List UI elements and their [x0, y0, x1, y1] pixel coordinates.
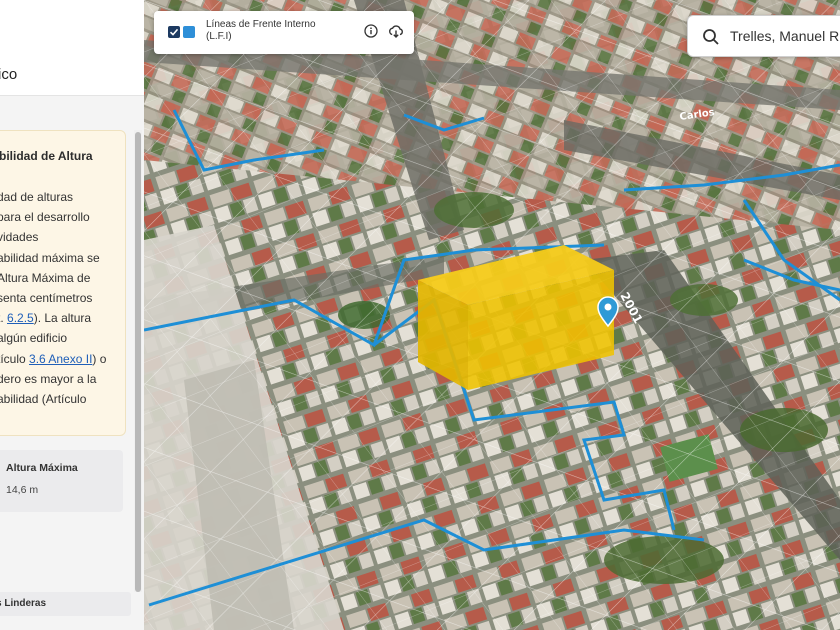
max-height-value: 14,6 m — [6, 484, 39, 496]
info-card-line: tículo 3.6 Anexo II) o — [0, 349, 106, 369]
checkmark-icon — [169, 28, 179, 36]
panel-scrollbar-thumb[interactable] — [135, 132, 141, 592]
info-card-text: dad de alturas para el desarrollo vidades a… — [0, 187, 106, 409]
info-text-segment: para el desarrollo — [0, 210, 90, 225]
info-card-line: algún edificio — [0, 328, 106, 348]
max-height-label: Altura Máxima — [6, 462, 78, 474]
info-text-segment: abilidad máxima se — [0, 250, 100, 265]
info-text-segment: dad de alturas — [0, 190, 74, 204]
info-card-line: abilidad máxima se — [0, 248, 106, 268]
map-view[interactable]: 2001 Carlos — [144, 0, 840, 630]
info-icon[interactable] — [364, 24, 378, 38]
info-text-segment: tículo — [0, 351, 30, 366]
aerial-map-3d[interactable]: 2001 Carlos — [144, 0, 840, 630]
info-card-title: bilidad de Altura — [0, 149, 93, 163]
info-card-line: dero es mayor a la — [0, 369, 106, 389]
max-height-card: Altura Máxima 14,6 m — [0, 450, 123, 512]
layer-color-swatch — [183, 26, 195, 38]
info-card-line: senta centímetros — [0, 288, 106, 308]
info-text-segment: Altura Máxima de — [0, 270, 91, 285]
info-card-line: t. 6.2.5). La altura — [0, 308, 106, 328]
search-icon[interactable] — [702, 28, 720, 46]
info-text-segment: t. — [0, 311, 4, 326]
info-card-line: abilidad (Artículo — [0, 389, 106, 409]
search-input[interactable]: Trelles, Manuel R. — [730, 28, 840, 44]
info-text-segment: vidades — [0, 230, 39, 245]
info-text-segment: algún edificio — [0, 331, 68, 346]
layer-name: Líneas de Frente Interno — [206, 19, 316, 30]
info-card-line: dad de alturas — [0, 187, 106, 207]
layer-checkbox[interactable] — [168, 26, 180, 38]
article-reference-link[interactable]: 3.6 Anexo II — [29, 352, 92, 366]
height-info-card: bilidad de Altura dad de alturas para el … — [0, 130, 126, 436]
cloud-download-icon[interactable] — [388, 23, 404, 39]
article-reference-link[interactable]: 6.2.5 — [7, 311, 34, 325]
panel-title: ico — [0, 66, 18, 83]
search-box[interactable]: Trelles, Manuel R. — [687, 15, 840, 57]
info-text-segment: abilidad (Artículo — [0, 391, 87, 406]
layer-abbreviation: (L.F.I) — [206, 31, 232, 42]
layer-toggle-card: Líneas de Frente Interno (L.F.I) — [154, 11, 414, 54]
panel-header: ico — [0, 0, 144, 96]
info-text-segment: ). La altura — [33, 311, 92, 326]
info-card-line: para el desarrollo — [0, 207, 106, 227]
info-text-segment: ) o — [92, 351, 107, 366]
info-card-line: Altura Máxima de — [0, 268, 106, 288]
panel-body: bilidad de Altura dad de alturas para el … — [0, 96, 144, 630]
linderas-label: s Linderas — [0, 598, 47, 609]
side-panel: ico bilidad de Altura dad de alturas para… — [0, 0, 144, 630]
info-card-line: vidades — [0, 227, 106, 247]
linderas-section-header[interactable]: s Linderas — [0, 592, 131, 616]
info-text-segment: senta centímetros — [0, 290, 93, 305]
info-text-segment: dero es mayor a la — [0, 371, 97, 386]
